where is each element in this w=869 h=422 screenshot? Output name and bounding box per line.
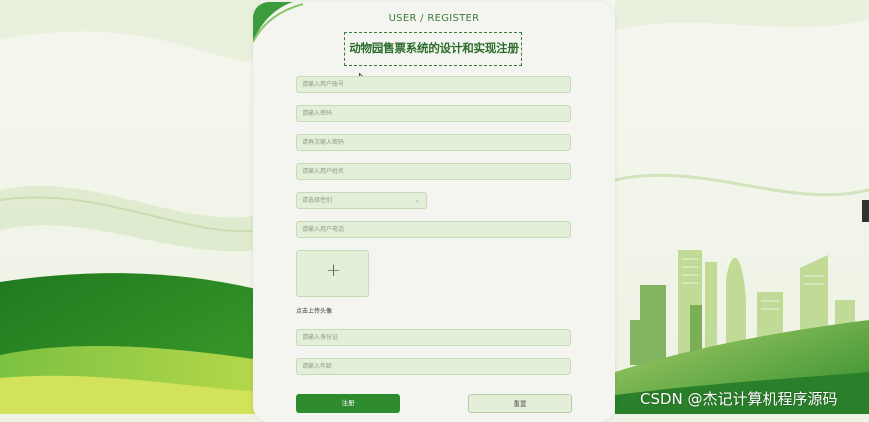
id-card-input[interactable]: 请输入身份证	[296, 329, 571, 346]
name-input[interactable]: 请输入用户姓名	[296, 163, 571, 180]
csdn-watermark: CSDN @杰记计算机程序源码	[640, 390, 838, 408]
gender-select-placeholder: 请选择性别	[302, 197, 333, 204]
plus-icon: +	[325, 260, 342, 281]
title-box: 动物园售票系统的设计和实现注册	[344, 32, 522, 66]
avatar-upload[interactable]: +	[296, 250, 369, 297]
age-input[interactable]: 请输入年龄	[296, 358, 571, 375]
page-heading: USER / REGISTER	[388, 13, 480, 24]
chevron-down-icon: ⌄	[414, 196, 420, 204]
page-title: 动物园售票系统的设计和实现注册	[349, 41, 519, 55]
confirm-password-input[interactable]: 请再次输入密码	[296, 134, 571, 151]
avatar-upload-label: 点击上传头像	[296, 308, 333, 315]
register-panel: USER / REGISTER 动物园售票系统的设计和实现注册 请输入用户账号 …	[253, 2, 615, 422]
register-button[interactable]: 注册	[296, 394, 400, 413]
panel-corner-swoosh	[253, 2, 304, 43]
side-scroll-handle[interactable]	[862, 200, 869, 222]
phone-input[interactable]: 请输入用户电话	[296, 221, 571, 238]
account-input[interactable]: 请输入用户账号	[296, 76, 571, 93]
gender-select[interactable]: 请选择性别 ⌄	[296, 192, 427, 209]
password-input[interactable]: 请输入密码	[296, 105, 571, 122]
reset-button[interactable]: 重置	[468, 394, 572, 413]
